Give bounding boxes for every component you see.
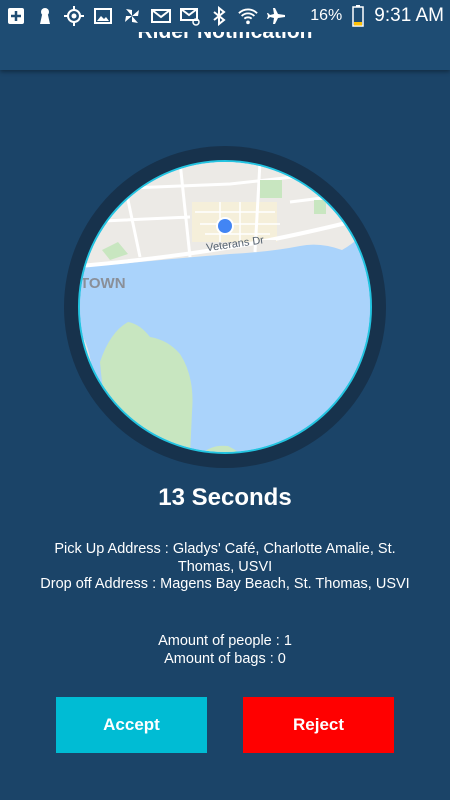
accept-button[interactable]: Accept: [56, 697, 207, 753]
map-town-label: TOWN: [80, 275, 126, 292]
clock: 9:31 AM: [374, 5, 444, 26]
map-graphic: Veterans Dr TOWN: [80, 162, 370, 452]
battery-percent: 16%: [310, 7, 343, 24]
status-bar: 16% 9:31 AM: [0, 0, 450, 32]
people-count: Amount of people : 1: [158, 633, 292, 649]
mail-icon: [151, 6, 171, 26]
add-box-icon: [6, 6, 26, 26]
bluetooth-icon: [209, 6, 229, 26]
pinwheel-icon: [122, 6, 142, 26]
bags-count: Amount of bags : 0: [164, 650, 286, 667]
keyhole-icon: [35, 6, 55, 26]
countdown-timer: 13 Seconds: [158, 484, 292, 511]
trip-details: Pick Up Address : Gladys' Café, Charlott…: [40, 541, 410, 594]
gps-icon: [64, 6, 84, 26]
airplane-icon: [267, 6, 287, 26]
dropoff-address: Drop off Address : Magens Bay Beach, St.…: [40, 576, 410, 592]
pickup-address: Pick Up Address : Gladys' Café, Charlott…: [54, 541, 396, 575]
battery-icon: [348, 5, 368, 27]
map-view[interactable]: Veterans Dr TOWN: [78, 160, 372, 454]
reject-button[interactable]: Reject: [243, 697, 394, 753]
image-icon: [93, 6, 113, 26]
wifi-icon: [238, 6, 258, 26]
current-location-icon: [218, 219, 232, 233]
email-at-icon: [180, 6, 200, 26]
rider-counts: Amount of people : 1 Amount of bags : 0: [40, 633, 410, 668]
